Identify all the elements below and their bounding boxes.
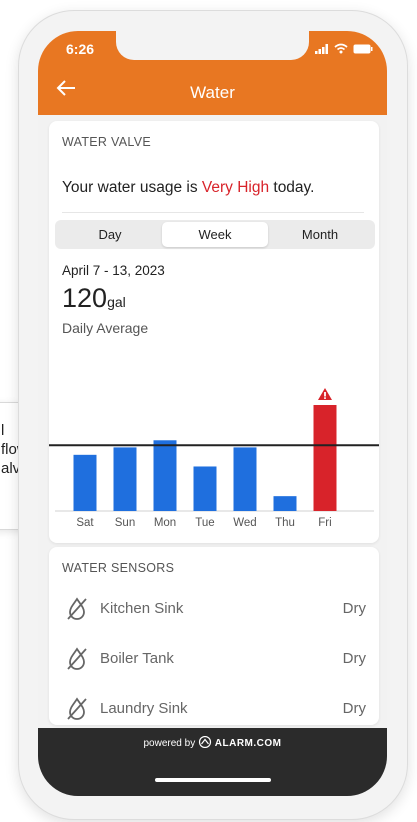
- sensor-status: Dry: [342, 650, 366, 667]
- x-tick-label: Fri: [318, 517, 331, 529]
- status-time: 6:26: [66, 41, 95, 57]
- sensor-name: Boiler Tank: [100, 650, 174, 667]
- divider: [62, 212, 364, 213]
- x-tick-label: Mon: [154, 517, 176, 529]
- water-sensors-card: WATER SENSORS Kitchen Sink Dry Boiler Ta…: [49, 547, 379, 725]
- bar-mon[interactable]: [153, 441, 177, 511]
- average-label: Daily Average: [62, 320, 149, 336]
- home-indicator[interactable]: [155, 778, 271, 782]
- powered-by-footer: powered by ALARM.COM: [38, 728, 387, 796]
- usage-prefix: Your water usage is: [62, 179, 202, 196]
- water-valve-heading: WATER VALVE: [62, 135, 151, 149]
- x-tick-label: Tue: [195, 517, 214, 529]
- bar-wed[interactable]: [233, 447, 257, 511]
- water-drop-off-icon: [67, 647, 87, 670]
- alert-icon-mark: [324, 392, 326, 397]
- mon-marker: [153, 440, 177, 443]
- tab-day[interactable]: Day: [57, 222, 163, 247]
- bar-sat[interactable]: [73, 454, 97, 511]
- bar-fri[interactable]: [313, 405, 337, 511]
- x-tick-label: Sun: [115, 517, 135, 529]
- alarm-logo-icon: [198, 735, 212, 749]
- sensor-name: Laundry Sink: [100, 700, 188, 717]
- sensor-row-laundry-sink[interactable]: Laundry Sink Dry: [62, 689, 366, 729]
- sensor-row-kitchen-sink[interactable]: Kitchen Sink Dry: [62, 589, 366, 629]
- sensor-status: Dry: [342, 600, 366, 617]
- water-sensors-heading: WATER SENSORS: [62, 561, 175, 575]
- daily-average: 120gal: [62, 283, 126, 314]
- water-usage-bar-chart: Sat Sun Mon Tue Wed Thu Fri: [49, 388, 379, 529]
- x-tick-label: Wed: [233, 517, 256, 529]
- sensor-row-boiler-tank[interactable]: Boiler Tank Dry: [62, 639, 366, 679]
- battery-icon: [353, 44, 373, 53]
- app-header: 6:26 Water: [38, 31, 387, 115]
- bar-sun[interactable]: [113, 447, 137, 511]
- usage-message: Your water usage is Very High today.: [62, 179, 314, 197]
- usage-level: Very High: [201, 179, 270, 196]
- tab-month[interactable]: Month: [267, 222, 373, 247]
- powered-by-text: powered by ALARM.COM: [38, 735, 387, 749]
- sensor-status: Dry: [342, 700, 366, 717]
- water-drop-off-icon: [67, 697, 87, 720]
- x-tick-label: Sat: [76, 517, 94, 529]
- page-title: Water: [190, 83, 235, 102]
- bar-tue[interactable]: [193, 466, 217, 511]
- bar-thu[interactable]: [273, 496, 297, 511]
- average-value: 120: [62, 283, 108, 313]
- sensor-name: Kitchen Sink: [100, 600, 184, 617]
- phone-notch: [116, 31, 309, 60]
- status-icons: [315, 43, 373, 54]
- average-unit: gal: [107, 294, 126, 310]
- alert-icon-dot: [324, 397, 326, 399]
- usage-suffix: today.: [269, 179, 315, 196]
- water-valve-card: WATER VALVE Your water usage is Very Hig…: [49, 121, 379, 543]
- powered-by-label: powered by: [143, 738, 196, 749]
- signal-icon: [315, 43, 328, 54]
- wifi-icon: [334, 43, 348, 54]
- phone-screen: 6:26 Water WATER VALVE Your water usage …: [38, 31, 387, 796]
- date-range: April 7 - 13, 2023: [62, 263, 165, 278]
- water-drop-off-icon: [67, 597, 87, 620]
- tab-week[interactable]: Week: [162, 222, 268, 247]
- x-tick-label: Thu: [275, 517, 295, 529]
- brand-name: ALARM.COM: [214, 738, 282, 749]
- period-segmented-control: Day Week Month: [55, 220, 375, 249]
